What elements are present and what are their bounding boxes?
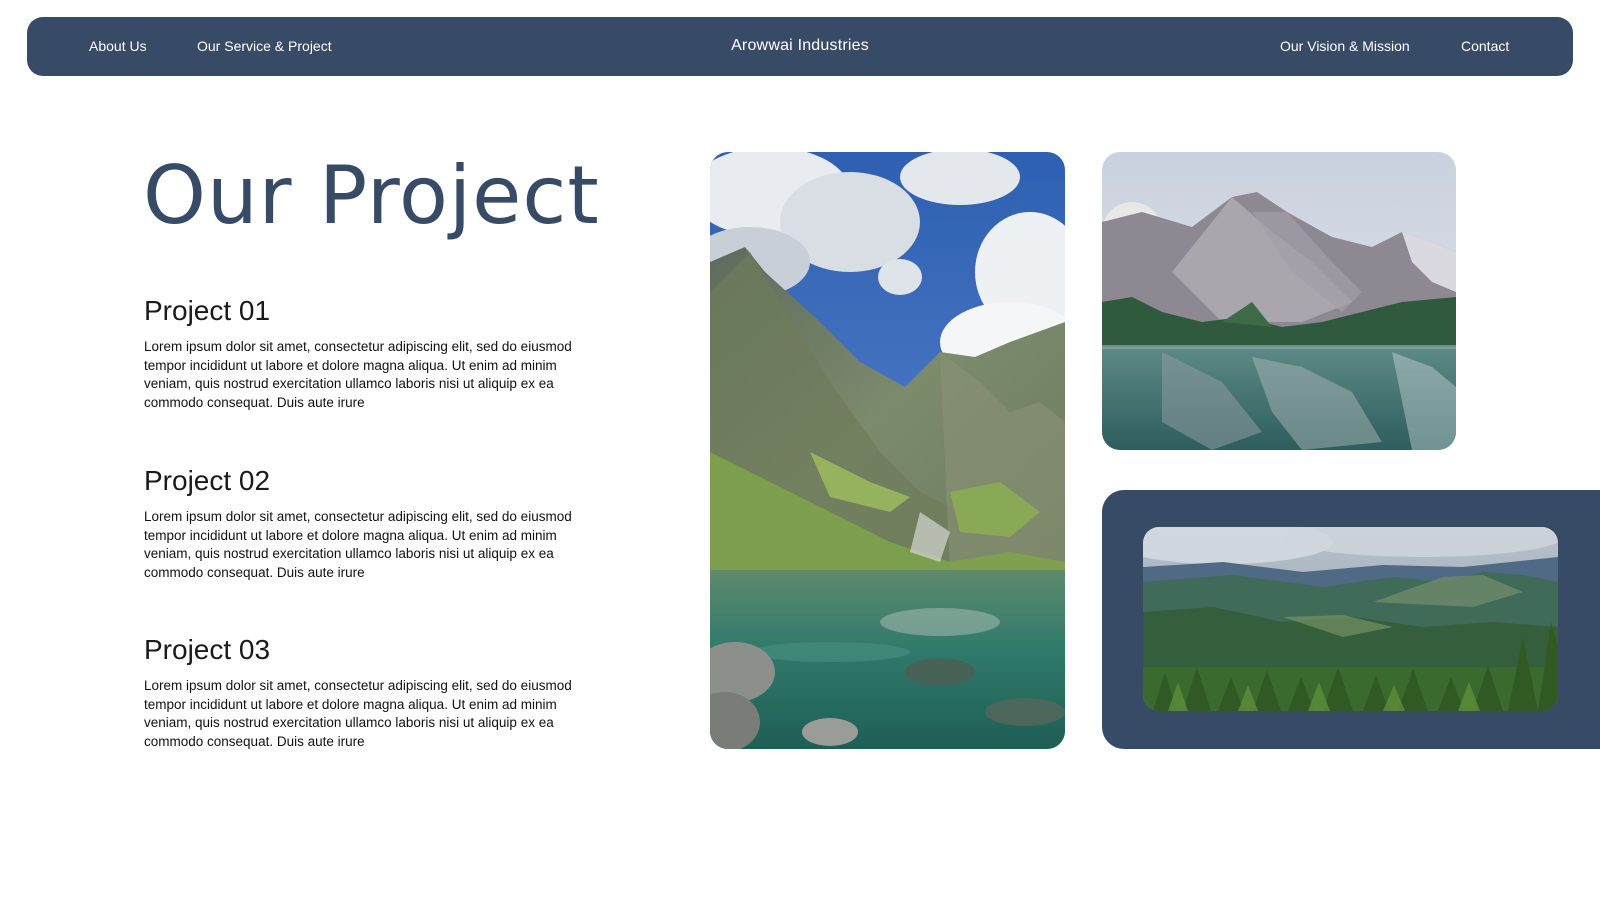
featured-project-panel [1102,490,1600,749]
forest-valley-landscape-photo [1143,527,1558,711]
project-item: Project 01 Lorem ipsum dolor sit amet, c… [144,294,599,412]
project-description: Lorem ipsum dolor sit amet, consectetur … [144,678,572,749]
top-navbar: About Us Our Service & Project Arowwai I… [27,17,1573,76]
mountain-lake-reflection-photo [1102,152,1456,450]
nav-link-contact[interactable]: Contact [1461,17,1509,76]
project-description: Lorem ipsum dolor sit amet, consectetur … [144,339,572,410]
project-item: Project 02 Lorem ipsum dolor sit amet, c… [144,464,599,582]
page-title: Our Project [143,149,600,242]
nav-link-vision-mission[interactable]: Our Vision & Mission [1280,17,1410,76]
project-heading: Project 02 [144,465,271,496]
page: About Us Our Service & Project Arowwai I… [0,0,1600,900]
mountain-valley-lake-photo [710,152,1065,749]
project-description: Lorem ipsum dolor sit amet, consectetur … [144,509,572,580]
project-heading: Project 01 [144,295,271,326]
project-item: Project 03 Lorem ipsum dolor sit amet, c… [144,633,599,751]
project-heading: Project 03 [144,634,271,665]
